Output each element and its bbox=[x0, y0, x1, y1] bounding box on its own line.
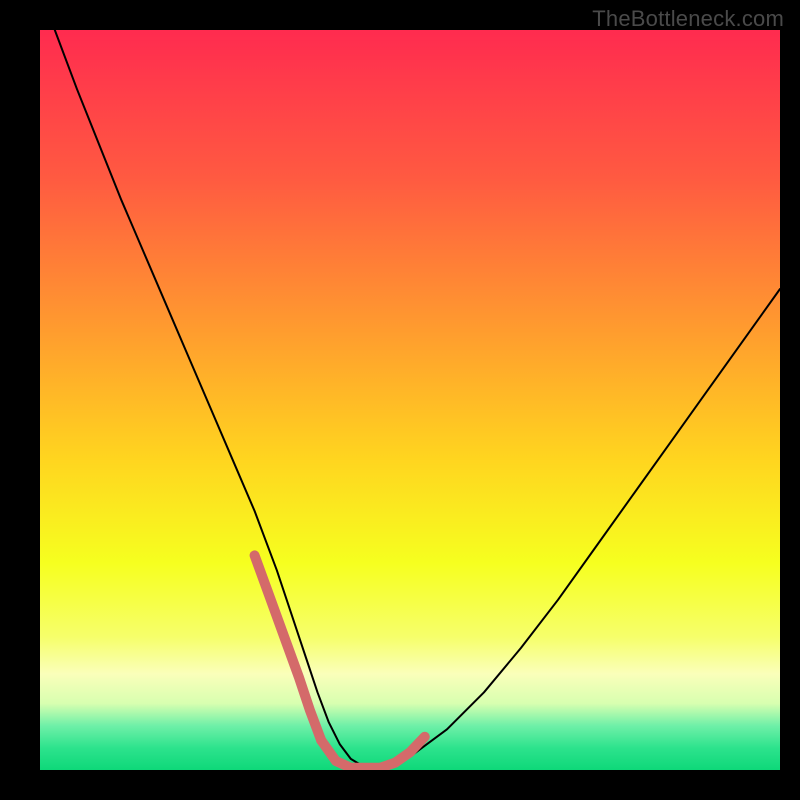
watermark-text: TheBottleneck.com bbox=[592, 6, 784, 32]
series-marker-band-bottom bbox=[321, 740, 380, 767]
series-marker-band-left bbox=[255, 555, 322, 740]
series-bottleneck-curve bbox=[55, 30, 780, 768]
plot-area bbox=[40, 30, 780, 770]
chart-frame: TheBottleneck.com bbox=[0, 0, 800, 800]
series-marker-band-right bbox=[380, 737, 424, 768]
chart-curves bbox=[40, 30, 780, 770]
